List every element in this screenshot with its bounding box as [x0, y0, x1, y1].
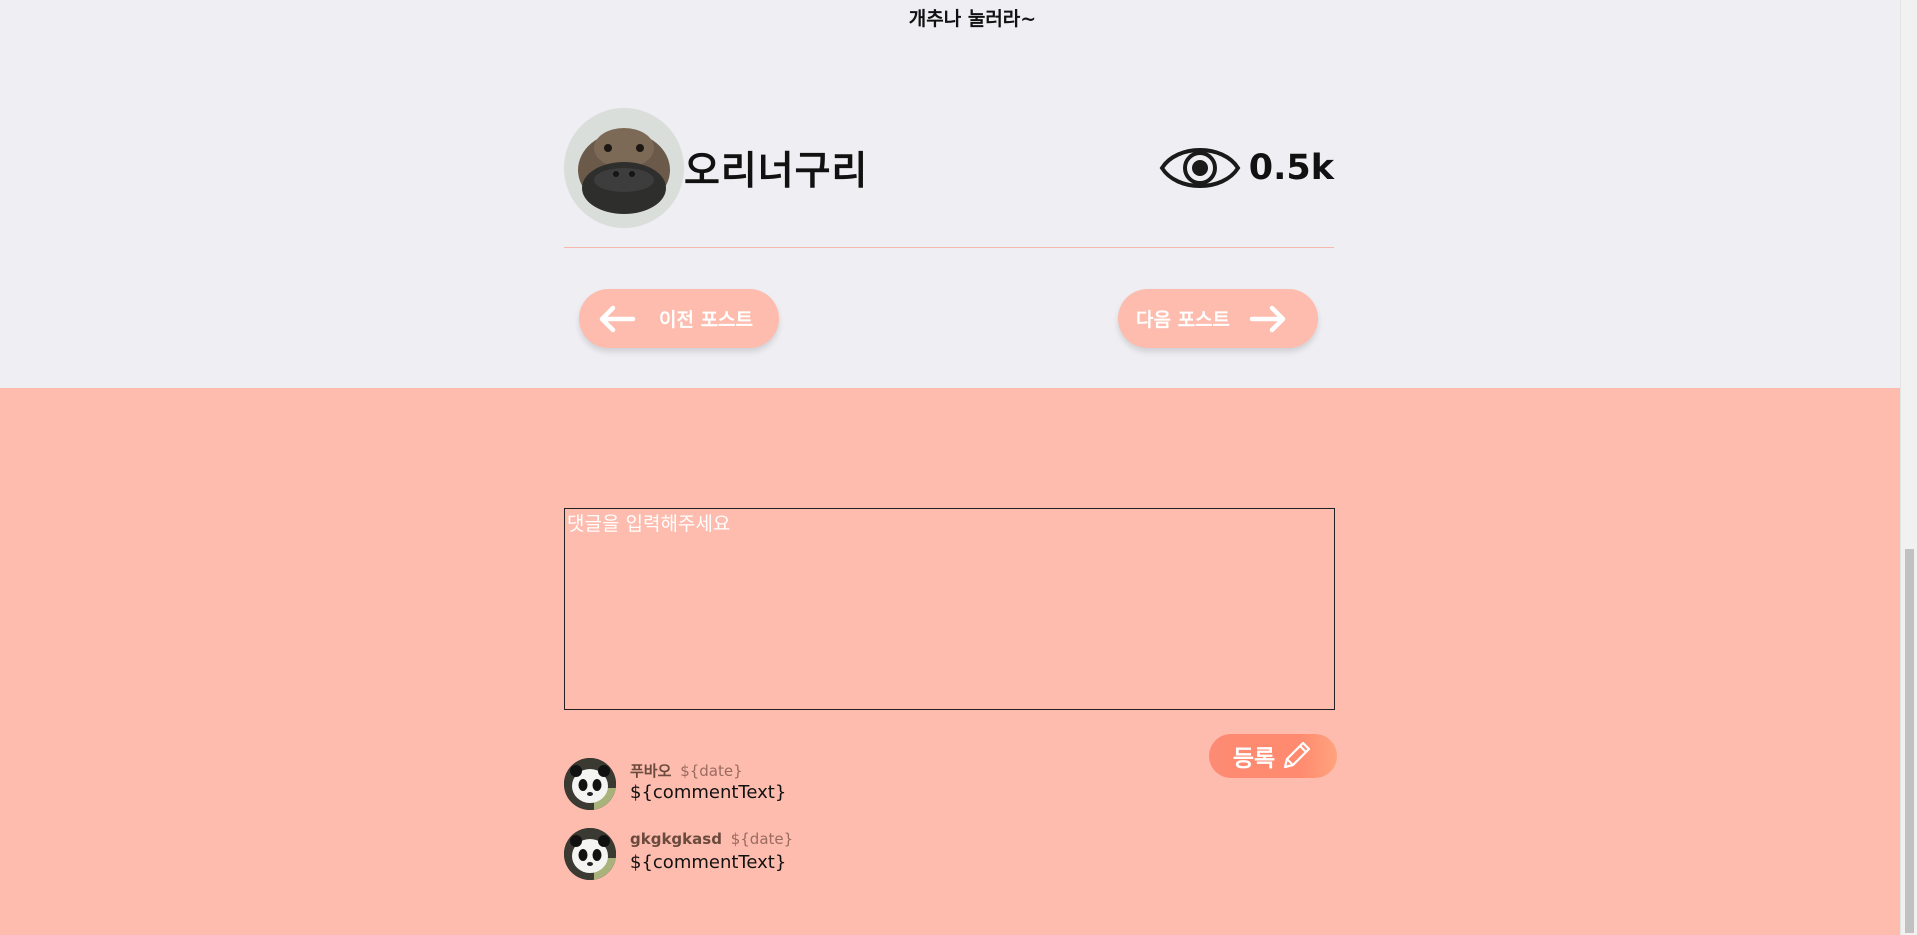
comment-item: 푸바오 ${date} ${commentText}: [564, 758, 1264, 810]
scrollbar-thumb[interactable]: [1905, 549, 1914, 933]
eye-icon: [1159, 148, 1241, 188]
comment-text: ${commentText}: [630, 852, 787, 873]
comment-section: 등록 푸바오 ${date} ${commentText}: [0, 388, 1900, 935]
arrow-right-icon: [1249, 305, 1286, 332]
author-row: 오리너구리 0.5k: [564, 108, 1334, 228]
pencil-icon: [1284, 741, 1311, 769]
commenter-avatar: [564, 758, 616, 810]
comment-item: gkgkgkasd ${date} ${commentText}: [564, 828, 1264, 880]
platypus-avatar: [564, 108, 684, 228]
comment-meta: 푸바오 ${date}: [630, 760, 743, 781]
vertical-scrollbar[interactable]: [1900, 0, 1917, 935]
next-post-button[interactable]: 다음 포스트: [1118, 289, 1318, 348]
panda-avatar: [564, 828, 616, 880]
author-name: 오리너구리: [684, 149, 869, 194]
prev-post-label: 이전 포스트: [659, 309, 754, 331]
comment-author: gkgkgkasd: [630, 830, 722, 848]
comment-date: ${date}: [730, 830, 794, 848]
comment-date: ${date}: [680, 762, 743, 780]
comment-text: ${commentText}: [630, 782, 787, 803]
views-count: 0.5k: [1248, 148, 1334, 188]
arrow-left-icon: [599, 305, 636, 332]
comment-author: 푸바오: [630, 762, 672, 780]
view-count: 0.5k: [1159, 138, 1334, 198]
author-avatar: [564, 108, 684, 228]
post-footer-section: 개추나 눌러라~ 오리너구리 0.5k 이전 포스트 다음 포스트: [0, 0, 1900, 388]
prev-post-button[interactable]: 이전 포스트: [579, 289, 779, 348]
section-divider: [564, 247, 1334, 248]
next-post-label: 다음 포스트: [1136, 309, 1231, 331]
panda-avatar: [564, 758, 616, 810]
commenter-avatar: [564, 828, 616, 880]
top-caption: 개추나 눌러라~: [908, 8, 1037, 30]
comment-input[interactable]: [564, 508, 1335, 710]
comment-meta: gkgkgkasd ${date}: [630, 830, 793, 848]
